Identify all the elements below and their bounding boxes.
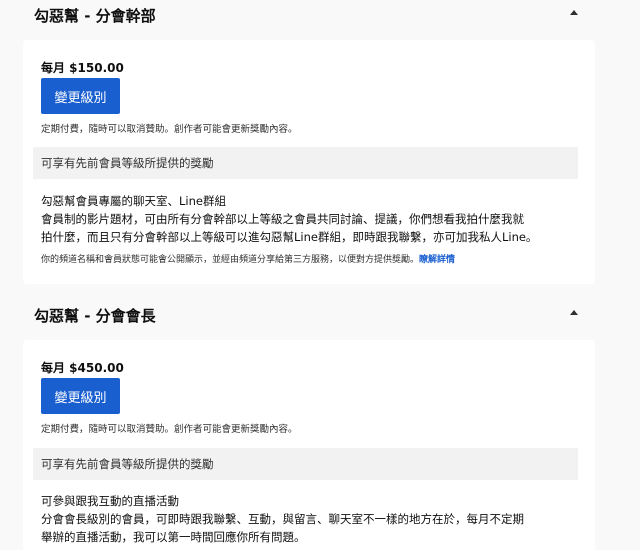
change-tier-button[interactable]: 變更級別 xyxy=(41,378,120,414)
prior-perks-text: 可享有先前會員等級所提供的獎勵 xyxy=(41,156,214,170)
perk-title: 可參與跟我互動的直播活動 xyxy=(41,494,179,508)
tier-header-president[interactable]: 勾惡幫 - 分會會長 xyxy=(0,298,640,328)
tier-card-cadre: 每月 $150.00 變更級別 定期付費，隨時可以取消贊助。創作者可能會更新獎勵… xyxy=(23,40,595,284)
change-tier-button[interactable]: 變更級別 xyxy=(41,78,120,114)
perk-description-line: 分會會長級別的會員，可即時跟我聯繫、互動，與留言、聊天室不一樣的地方在於，每月不… xyxy=(41,512,524,526)
learn-more-link[interactable]: 瞭解詳情 xyxy=(419,255,455,265)
perk-description-line: 舉辦的直播活動，我可以第一時間回應你所有問題。 xyxy=(41,530,306,544)
tier-header-cadre[interactable]: 勾惡幫 - 分會幹部 xyxy=(0,0,640,28)
collapse-caret-icon[interactable] xyxy=(570,10,578,15)
privacy-notice: 你的頻道名稱和會員狀態可能會公開顯示，並經由頻道分享給第三方服務，以便對方提供獎… xyxy=(41,252,455,265)
prior-perks-box: 可享有先前會員等級所提供的獎勵 xyxy=(33,448,578,480)
tier-price: 每月 $450.00 xyxy=(41,361,124,375)
perk-title: 勾惡幫會員專屬的聊天室、Line群組 xyxy=(41,194,226,208)
privacy-text: 你的頻道名稱和會員狀態可能會公開顯示，並經由頻道分享給第三方服務，以便對方提供獎… xyxy=(41,255,420,265)
collapse-caret-icon[interactable] xyxy=(570,310,578,315)
tier-price: 每月 $150.00 xyxy=(41,61,124,75)
prior-perks-box: 可享有先前會員等級所提供的獎勵 xyxy=(33,147,578,179)
prior-perks-text: 可享有先前會員等級所提供的獎勵 xyxy=(41,457,214,471)
billing-note: 定期付費，隨時可以取消贊助。創作者可能會更新獎勵內容。 xyxy=(41,424,298,435)
tier-title: 勾惡幫 - 分會幹部 xyxy=(34,7,156,25)
perk-description-line: 會員制的影片題材，可由所有分會幹部以上等級之會員共同討論、提議，你們想看我拍什麼… xyxy=(41,212,524,226)
perk-description-line: 拍什麼，而且只有分會幹部以上等級可以進勾惡幫Line群組，即時跟我聯繫，亦可加我… xyxy=(41,230,538,244)
tier-title: 勾惡幫 - 分會會長 xyxy=(34,307,156,325)
tier-card-president: 每月 $450.00 變更級別 定期付費，隨時可以取消贊助。創作者可能會更新獎勵… xyxy=(23,340,595,550)
billing-note: 定期付費，隨時可以取消贊助。創作者可能會更新獎勵內容。 xyxy=(41,124,298,135)
